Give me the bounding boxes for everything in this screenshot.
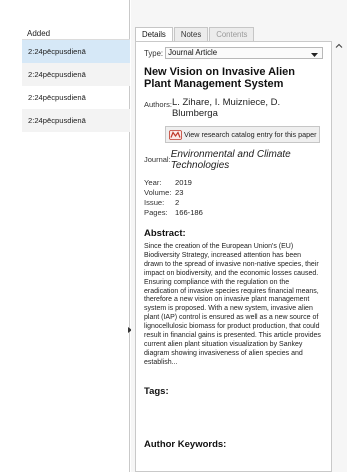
- authors-label: Authors:: [144, 100, 172, 109]
- issue-field: Issue: 2: [144, 198, 323, 208]
- pages-value[interactable]: 166-186: [175, 208, 203, 218]
- authors-field: Authors: L. Zihare, I. Muizniece, D. Blu…: [144, 97, 323, 119]
- item-title[interactable]: New Vision on Invasive Alien Plant Manag…: [144, 66, 323, 90]
- pages-field: Pages: 166-186: [144, 208, 323, 218]
- journal-field: Journal: Environmental and Climate Techn…: [144, 149, 323, 171]
- journal-value[interactable]: Environmental and Climate Technologies: [171, 149, 323, 171]
- year-value[interactable]: 2019: [175, 178, 192, 188]
- item-type-value: Journal Article: [168, 48, 218, 57]
- journal-label: Journal:: [144, 155, 171, 164]
- tab-contents[interactable]: Contents: [209, 27, 255, 41]
- pages-label: Pages:: [144, 208, 168, 217]
- volume-value[interactable]: 23: [175, 188, 183, 198]
- chevron-down-icon: [311, 51, 318, 61]
- author-keywords-heading: Author Keywords:: [144, 438, 227, 450]
- year-label: Year:: [144, 178, 162, 187]
- details-panel: Type: Journal Article New Vision on Inva…: [135, 41, 332, 472]
- list-item[interactable]: 2:24pēcpusdienā: [22, 109, 130, 132]
- item-detail-pane: Details Notes Contents Type: Journal Art…: [131, 0, 347, 472]
- metadata-fields: Year: 2019 Volume: 23 Issue: 2 Pages: 16…: [144, 178, 323, 218]
- volume-field: Volume: 23: [144, 188, 323, 198]
- tab-details[interactable]: Details: [135, 27, 173, 41]
- abstract-text[interactable]: Since the creation of the European Union…: [144, 243, 322, 368]
- research-catalog-icon: [169, 129, 182, 140]
- list-item[interactable]: 2:24pēcpusdienā: [22, 86, 130, 109]
- volume-label: Volume:: [144, 188, 172, 197]
- authors-value[interactable]: L. Zihare, I. Muizniece, D. Blumberga: [172, 97, 323, 119]
- list-item[interactable]: 2:24pēcpusdienā: [22, 63, 130, 86]
- type-field: Type: Journal Article: [144, 46, 323, 60]
- item-list: Added 2:24pēcpusdienā 2:24pēcpusdienā 2:…: [22, 28, 130, 132]
- item-type-select[interactable]: Journal Article: [165, 47, 323, 59]
- view-catalog-entry-button[interactable]: View research catalog entry for this pap…: [165, 126, 320, 143]
- list-item[interactable]: 2:24pēcpusdienā: [22, 40, 130, 63]
- detail-tabs: Details Notes Contents: [135, 27, 255, 41]
- item-list-pane: Added 2:24pēcpusdienā 2:24pēcpusdienā 2:…: [0, 0, 132, 472]
- scroll-up-arrow-icon[interactable]: [334, 41, 344, 51]
- abstract-heading: Abstract:: [144, 228, 186, 239]
- view-catalog-entry-label: View research catalog entry for this pap…: [184, 130, 317, 139]
- column-header-added[interactable]: Added: [22, 28, 130, 40]
- type-label: Type:: [144, 48, 164, 58]
- issue-label: Issue:: [144, 198, 165, 207]
- tags-heading: Tags:: [144, 385, 169, 397]
- year-field: Year: 2019: [144, 178, 323, 188]
- tab-notes[interactable]: Notes: [173, 27, 209, 41]
- issue-value[interactable]: 2: [175, 198, 179, 208]
